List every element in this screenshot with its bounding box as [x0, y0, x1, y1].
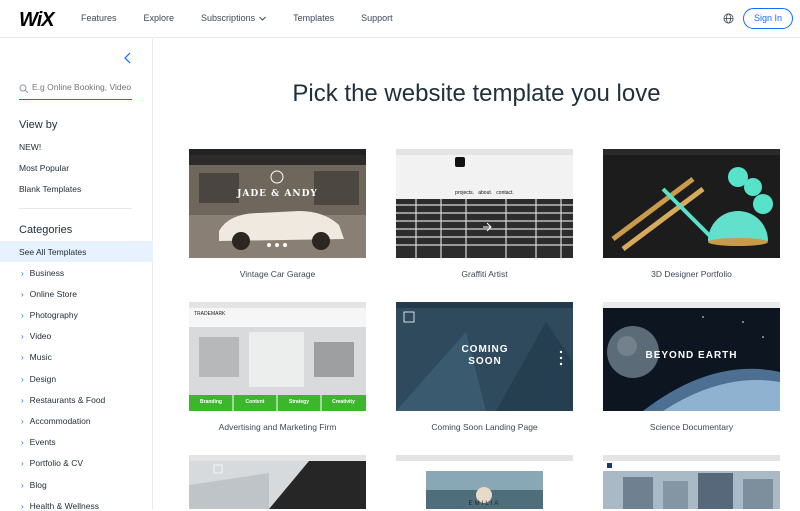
category-business[interactable]: › Business	[21, 268, 64, 278]
chevron-right-icon: ›	[21, 268, 24, 278]
chevron-right-icon: ›	[21, 352, 24, 362]
nav-templates[interactable]: Templates	[293, 13, 334, 23]
template-name[interactable]: Science Documentary	[603, 422, 780, 432]
sign-in-button[interactable]: Sign In	[743, 8, 793, 29]
chevron-right-icon: ›	[21, 480, 24, 490]
chevron-right-icon: ›	[21, 437, 24, 447]
chevron-right-icon: ›	[21, 331, 24, 341]
3d-designer-thumbnail-image	[603, 149, 780, 258]
template-thumbnail[interactable]: JADE & ANDY	[189, 149, 366, 258]
category-video[interactable]: › Video	[21, 331, 51, 341]
category-label: Design	[29, 374, 57, 384]
nav-subscriptions[interactable]: Subscriptions	[201, 13, 266, 23]
category-blog[interactable]: › Blog	[21, 480, 47, 490]
thumb-title: COMING SOON	[461, 344, 509, 367]
category-label: Video	[29, 331, 52, 341]
search-input[interactable]	[32, 82, 132, 92]
category-design[interactable]: › Design	[21, 374, 56, 384]
template-name[interactable]: Advertising and Marketing Firm	[189, 422, 366, 432]
main-nav: Features Explore Subscriptions Templates…	[81, 13, 420, 23]
category-label: Health & Wellness	[29, 501, 99, 511]
chevron-right-icon: ›	[21, 310, 24, 320]
template-thumbnail[interactable]	[189, 455, 366, 509]
template-thumbnail[interactable]: BEYOND EARTH	[603, 302, 780, 411]
thumb-button: Creativity	[332, 399, 355, 405]
nav-explore[interactable]: Explore	[144, 13, 175, 23]
template-search	[19, 80, 132, 100]
nav-subscriptions-label: Subscriptions	[201, 13, 256, 23]
view-by-blank-templates[interactable]: Blank Templates	[19, 184, 81, 194]
sidebar-divider	[19, 208, 132, 209]
architecture-thumbnail-image	[189, 455, 366, 509]
thumb-button-row: Branding Content Strategy Creativity	[189, 399, 366, 405]
template-thumbnail[interactable]: COMING SOON	[396, 302, 573, 411]
chevron-right-icon: ›	[21, 289, 24, 299]
view-by-most-popular[interactable]: Most Popular	[19, 163, 69, 173]
globe-icon[interactable]	[723, 13, 734, 24]
chevron-left-icon[interactable]	[122, 51, 134, 65]
thumb-title: BEYOND EARTH	[645, 350, 738, 361]
template-name[interactable]: Coming Soon Landing Page	[396, 422, 573, 432]
template-thumbnail[interactable]: EMILIA	[396, 455, 573, 509]
thumb-button: Branding	[200, 399, 222, 405]
category-events[interactable]: › Events	[21, 437, 56, 447]
search-icon	[19, 84, 29, 94]
thumb-brand: TRADEMARK	[194, 311, 226, 317]
category-restaurants-food[interactable]: › Restaurants & Food	[21, 395, 105, 405]
category-portfolio-cv[interactable]: › Portfolio & CV	[21, 458, 83, 468]
thumb-title: JADE & ANDY	[237, 189, 318, 199]
chevron-right-icon: ›	[21, 501, 24, 511]
nav-features[interactable]: Features	[81, 13, 117, 23]
category-see-all[interactable]: See All Templates	[0, 241, 153, 262]
template-thumbnail[interactable]	[603, 149, 780, 258]
nav-support[interactable]: Support	[361, 13, 393, 23]
thumb-title: EMILIA	[468, 501, 501, 507]
template-thumbnail[interactable]: TRADEMARK Branding Content Strategy Crea…	[189, 302, 366, 411]
category-label: Business	[29, 268, 65, 278]
category-accommodation[interactable]: › Accommodation	[21, 416, 91, 426]
view-by-title: View by	[19, 119, 58, 131]
city-law-thumbnail-image	[603, 455, 780, 509]
category-label: Photography	[29, 310, 78, 320]
wix-logo[interactable]: WiX	[19, 9, 55, 32]
category-label: Restaurants & Food	[29, 395, 106, 405]
top-navigation-bar: WiX Features Explore Subscriptions Templ…	[0, 0, 800, 38]
category-label: Accommodation	[29, 416, 91, 426]
advertising-thumbnail-image	[189, 302, 366, 411]
category-label: Portfolio & CV	[29, 458, 84, 468]
template-thumbnail[interactable]	[603, 455, 780, 509]
view-by-new[interactable]: NEW!	[19, 142, 41, 152]
chevron-down-icon	[259, 16, 266, 21]
category-label: Music	[29, 352, 52, 362]
template-name[interactable]: 3D Designer Portfolio	[603, 269, 780, 279]
category-health-wellness[interactable]: › Health & Wellness	[21, 501, 99, 511]
sidebar: View by NEW! Most Popular Blank Template…	[0, 39, 153, 511]
thumb-button: Content	[245, 399, 265, 405]
vintage-car-thumbnail-image	[189, 149, 366, 258]
template-thumbnail[interactable]: projects. about. contact.	[396, 149, 573, 258]
category-see-all-label: See All Templates	[19, 247, 87, 257]
chevron-right-icon: ›	[21, 374, 24, 384]
category-online-store[interactable]: › Online Store	[21, 289, 77, 299]
category-label: Online Store	[29, 289, 77, 299]
category-label: Blog	[29, 480, 47, 490]
template-name[interactable]: Graffiti Artist	[396, 269, 573, 279]
page-headline: Pick the website template you love	[292, 80, 661, 107]
category-music[interactable]: › Music	[21, 352, 52, 362]
thumb-menu: projects. about. contact.	[455, 190, 514, 196]
category-label: Events	[29, 437, 56, 447]
chevron-right-icon: ›	[21, 395, 24, 405]
chevron-right-icon: ›	[21, 458, 24, 468]
category-photography[interactable]: › Photography	[21, 310, 78, 320]
graffiti-thumbnail-image	[396, 149, 573, 258]
chevron-right-icon: ›	[21, 416, 24, 426]
categories-title: Categories	[19, 224, 73, 236]
template-name[interactable]: Vintage Car Garage	[189, 269, 366, 279]
thumb-button: Strategy	[288, 399, 309, 405]
